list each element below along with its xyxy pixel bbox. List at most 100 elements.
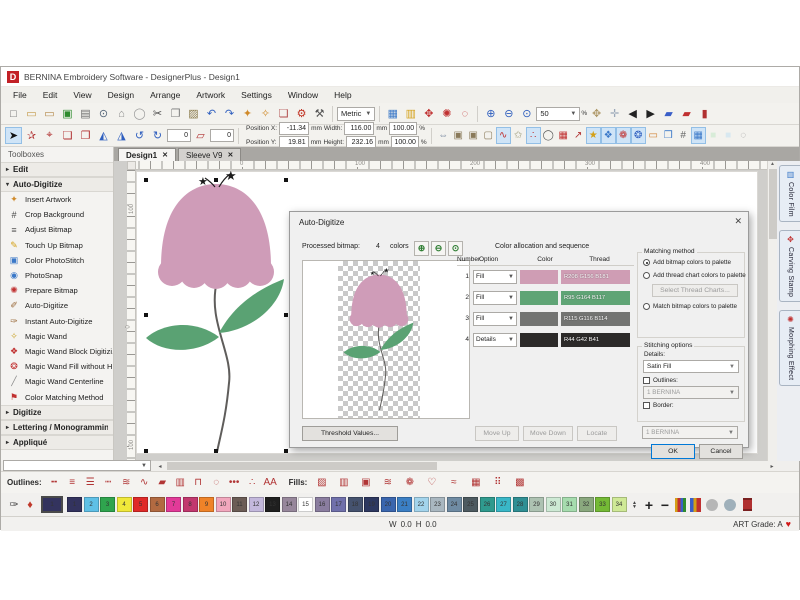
selection-handle[interactable] [144,178,148,182]
stipple-fill-icon[interactable]: ⠿ [487,477,508,488]
zoom-out-icon[interactable]: ⊖ [431,241,446,256]
mirror-x-icon[interactable]: ◭ [95,127,112,144]
palette-swatch[interactable]: 28 [513,497,528,512]
zoom-in-icon[interactable]: ⊕ [414,241,429,256]
previous-object-icon[interactable]: ◀ [624,105,641,122]
cancel-button[interactable]: Cancel [699,444,743,459]
background-color-icon[interactable]: ■ [706,127,721,144]
selection-handle[interactable] [214,449,218,453]
palette-swatch[interactable]: 7 [166,497,181,512]
radio-icon[interactable] [643,272,650,279]
show-grid-icon[interactable]: # [676,127,691,144]
copy-icon[interactable]: ❐ [167,105,184,122]
tab-carving-stamp[interactable]: ✥ Carving Stamp [779,230,800,302]
palette-swatch[interactable]: 4 [117,497,132,512]
write-to-machine-icon[interactable]: ⌂ [113,105,130,122]
close-icon[interactable]: ✕ [734,216,742,227]
next-object-icon[interactable]: ▶ [642,105,659,122]
option-select[interactable]: Fill▼ [473,270,517,284]
grid-fill-icon[interactable]: ▩ [509,477,530,488]
menu-item[interactable]: Settings [233,88,280,102]
raised-satin-fill-icon[interactable]: ▣ [355,477,376,488]
scale-icon[interactable]: ⇔ [436,127,451,144]
toolbox-item-color-photostitch[interactable]: ▣ Color PhotoStitch [1,253,113,268]
toolbox-item-magic-wand-fill[interactable]: ❂ Magic Wand Fill without H... [1,359,113,374]
reshape-object-icon[interactable]: ✰ [23,127,40,144]
selection-handle[interactable] [214,178,218,182]
toolbox-item-insert-artwork[interactable]: ✦ Insert Artwork [1,192,113,207]
morphing-effect-icon[interactable]: ✺ [438,105,455,122]
palette-swatch[interactable]: 1 [67,497,82,512]
thread-chart-alt-icon[interactable] [690,498,701,512]
pan-icon[interactable]: ✥ [588,105,605,122]
scrollbar-thumb[interactable] [167,462,437,470]
zigzag-tool-icon[interactable]: ∿ [496,127,511,144]
redo-icon[interactable]: ↷ [221,105,238,122]
thread-chart-icon[interactable] [675,498,686,512]
palette-swatch[interactable]: 16 [315,497,330,512]
toolbox-section-edit[interactable]: ▸ Edit [1,162,113,177]
toolbox-item-prepare-bitmap[interactable]: ✺ Prepare Bitmap [1,283,113,298]
sculpture-fill-icon[interactable]: ≋ [377,477,398,488]
selection-handle[interactable] [284,449,288,453]
closed-shape-icon[interactable]: ◯ [541,127,556,144]
wreath-icon[interactable]: ❁ [616,127,631,144]
palette-swatch[interactable]: 29 [529,497,544,512]
thread-globe-icon[interactable] [724,499,736,511]
zoom-out-icon[interactable]: ⊖ [500,105,517,122]
shapes-tool-icon[interactable]: ❖ [601,127,616,144]
pattern-fill-icon[interactable]: ▦ [556,127,571,144]
toolbox-item-auto-digitize[interactable]: ✐ Auto-Digitize [1,298,113,313]
export-design-icon[interactable]: ❏ [275,105,292,122]
show-rulers-icon[interactable]: ▦ [691,127,706,144]
rotate-ccw-45-icon[interactable]: ↺ [131,127,148,144]
selection-handle[interactable] [144,449,148,453]
carving-stamp-icon[interactable]: ✥ [420,105,437,122]
menu-item[interactable]: View [65,88,99,102]
design-swap-icon[interactable]: ▰ [660,105,677,122]
select-color-icon[interactable]: ⌖ [41,127,58,144]
mirror-y-icon[interactable]: ◮ [113,127,130,144]
palette-swatch[interactable]: 33 [595,497,610,512]
menu-item[interactable]: Help [326,88,359,102]
zigzag-outline-icon[interactable]: ∿ [136,477,153,488]
spool-colors-icon[interactable]: ▮ [696,105,713,122]
show-hoop-icon[interactable]: ▭ [646,127,661,144]
selection-handle[interactable] [284,178,288,182]
vertical-scrollbar[interactable]: ▲ [767,161,777,461]
insert-artwork-icon[interactable]: ✦ [239,105,256,122]
palette-swatch[interactable]: 31 [562,497,577,512]
hoop-template-icon[interactable]: ❒ [661,127,676,144]
tab-color-film[interactable]: ▥ Color Film [779,165,800,222]
stitch-player-icon[interactable]: ◌ [456,105,473,122]
thread-spool-icon[interactable] [743,498,752,511]
kaleidoscope-icon[interactable]: ❂ [631,127,646,144]
toolbox-section-digitize[interactable]: ▸ Digitize [1,405,113,420]
palette-swatch[interactable]: 12 [249,497,264,512]
zoom-box-icon[interactable]: ⊙ [518,105,535,122]
apply-color-icon[interactable]: ♦ [22,497,38,513]
palette-spinner[interactable]: ▲▼ [632,501,637,509]
palette-swatch[interactable]: 23 [430,497,445,512]
background-color-b-icon[interactable]: ■ [721,127,736,144]
color-film-icon[interactable]: ▥ [402,105,419,122]
hoop-grid-icon[interactable]: ▣ [451,127,466,144]
selection-handle[interactable] [284,313,288,317]
flower-artwork[interactable]: ★ ★ [141,171,291,454]
scroll-right-icon[interactable]: ▸ [767,463,777,470]
backstitch-outline-icon[interactable]: ┉ [100,477,117,488]
toolbox-section-applique[interactable]: ▸ Appliqué [1,435,113,450]
current-color-swatch[interactable]: 1 [41,496,63,513]
new-design-icon[interactable]: □ [5,105,22,122]
blanket-outline-icon[interactable]: ⊓ [190,477,207,488]
settings-gear-icon[interactable]: ⚙ [293,105,310,122]
palette-swatch[interactable]: 14 [282,497,297,512]
palette-swatch[interactable]: 10 [216,497,231,512]
insert-embroidery-icon[interactable]: ✧ [257,105,274,122]
palette-swatch[interactable]: 2 [84,497,99,512]
sculpture-outline-icon[interactable]: ☰ [82,477,99,488]
radio-add-bitmap-colors[interactable]: Add bitmap colors to palette [643,259,744,266]
palette-swatch[interactable]: 26 [480,497,495,512]
ripple-fill-icon[interactable]: ≈ [443,477,464,488]
locate-button[interactable]: Locate [577,426,617,441]
